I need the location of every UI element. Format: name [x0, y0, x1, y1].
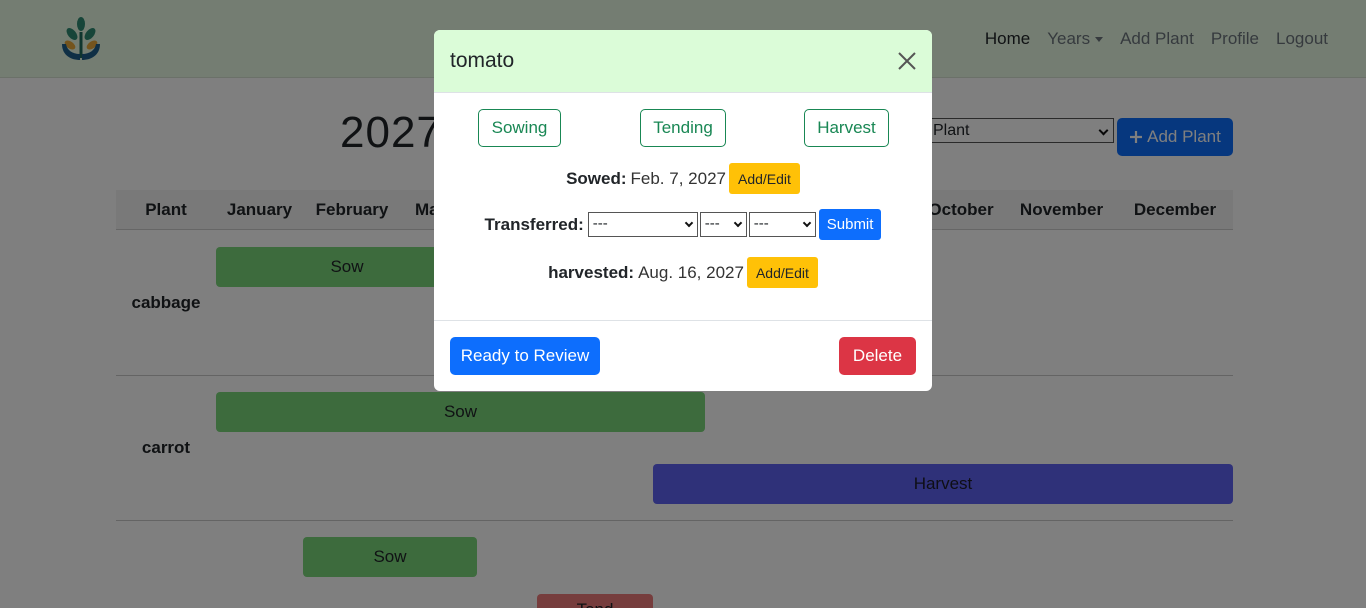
transferred-day-select[interactable]: --- — [699, 212, 747, 237]
sowed-date: Feb. 7, 2027 — [630, 168, 726, 188]
sowed-add-edit-button[interactable]: Add/Edit — [728, 163, 800, 194]
modal-footer: Ready to Review Delete — [434, 320, 932, 391]
harvested-date: Aug. 16, 2027 — [638, 262, 744, 282]
transferred-month-select[interactable]: --- — [587, 212, 698, 237]
modal-header: tomato — [434, 30, 932, 93]
sowed-line: Sowed: Feb. 7, 2027 Add/Edit — [434, 163, 932, 194]
tending-button[interactable]: Tending — [640, 109, 726, 147]
harvested-add-edit-button[interactable]: Add/Edit — [746, 257, 818, 288]
transferred-year-select[interactable]: --- — [748, 212, 816, 237]
harvested-label: harvested: — [548, 262, 635, 282]
chevron-down-icon — [802, 218, 811, 228]
plant-detail-modal: tomato Sowing Tending Harvest Sowed: Feb… — [434, 30, 932, 391]
sowing-button[interactable]: Sowing — [478, 109, 561, 147]
transferred-year-value: --- — [753, 215, 769, 232]
chevron-down-icon — [684, 218, 693, 228]
modal-title: tomato — [450, 49, 515, 72]
harvested-line: harvested: Aug. 16, 2027 Add/Edit — [434, 257, 932, 288]
transferred-label: Transferred: — [484, 214, 584, 234]
transferred-month-value: --- — [592, 215, 608, 232]
chevron-down-icon — [733, 218, 742, 228]
close-button[interactable] — [896, 50, 918, 72]
harvest-button[interactable]: Harvest — [804, 109, 889, 147]
transferred-line: Transferred: --- --- --- Submit — [434, 209, 932, 240]
transferred-submit-button[interactable]: Submit — [818, 209, 882, 240]
close-icon — [898, 52, 916, 70]
sowed-label: Sowed: — [566, 168, 627, 188]
delete-button[interactable]: Delete — [839, 337, 916, 375]
transferred-day-value: --- — [704, 215, 720, 232]
ready-to-review-button[interactable]: Ready to Review — [450, 337, 600, 375]
